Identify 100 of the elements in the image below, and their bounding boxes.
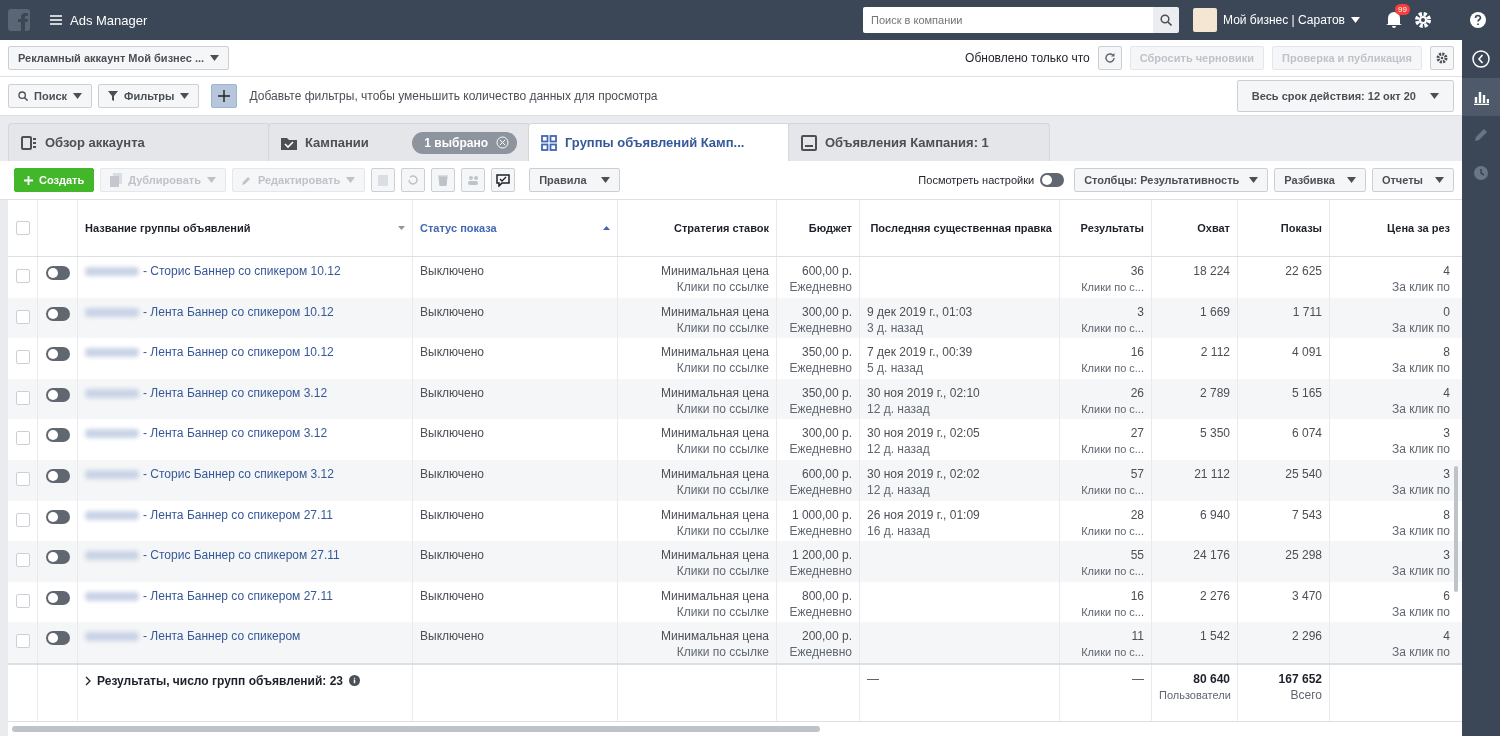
bid-strategy: Минимальная цена [659,344,769,361]
plus-icon [218,89,231,102]
results-type: Клики по с... [1080,523,1144,539]
row-checkbox[interactable] [15,309,30,324]
impressions-value: 25 540 [1285,466,1322,481]
horizontal-scrollbar[interactable] [12,726,820,732]
expand-chevron-icon[interactable] [85,676,91,686]
column-header[interactable]: Стратегия ставок [674,222,769,234]
ad-account-dropdown[interactable]: Рекламный аккаунт Мой бизнес ... [8,45,230,70]
chart-icon[interactable] [1473,89,1489,105]
tab[interactable]: Кампании 1 выбрано [268,123,530,162]
ad-set-link[interactable]: - Сторис Баннер со спикером 10.12 [143,263,341,279]
add-filter-button[interactable] [211,83,238,108]
row-checkbox[interactable] [15,390,30,405]
budget-period: Ежедневно [788,644,852,661]
column-header[interactable]: Название группы объявлений [85,222,251,234]
results-type: Клики по с... [1080,361,1144,377]
row-checkbox[interactable] [15,553,30,568]
column-header[interactable]: Бюджет [808,222,852,234]
ad-set-link[interactable]: - Сторис Баннер со спикером 27.11 [143,547,340,564]
blurred-text [85,591,139,601]
reports-dropdown[interactable]: Отчеты [1371,168,1454,193]
info-icon[interactable] [349,675,361,687]
ad-set-toggle[interactable] [45,266,70,280]
tab[interactable]: Объявления Кампания: 1 [788,123,1050,162]
ad-set-link[interactable]: - Лента Баннер со спикером 27.11 [143,506,333,523]
ad-set-toggle[interactable] [45,590,70,605]
breakdown-dropdown[interactable]: Разбивка [1274,168,1366,193]
status-text: Выключено [420,345,484,360]
ad-set-toggle[interactable] [45,347,70,362]
date-range-dropdown[interactable]: Весь срок действия: 12 окт 20 [1236,79,1454,112]
ad-set-link[interactable]: - Сторис Баннер со спикером 3.12 [143,465,334,482]
impressions-value: 2 296 [1291,629,1322,644]
vertical-scrollbar[interactable] [1454,466,1458,592]
close-icon[interactable] [496,136,509,150]
column-header[interactable]: Результаты [1080,222,1144,234]
column-header[interactable]: Цена за рез [1387,222,1450,234]
filters-dropdown[interactable]: Фильтры [98,83,200,108]
sort-ascending-icon[interactable] [603,226,610,230]
caret-icon [1346,177,1356,184]
search-button[interactable] [1153,7,1179,33]
ad-set-toggle[interactable] [45,428,70,443]
pencil-icon [241,175,252,186]
settings-button[interactable] [1430,45,1454,70]
bid-strategy-type: Клики по ссылке [675,644,769,661]
ad-set-toggle[interactable] [45,550,70,565]
search-field[interactable]: Поиск в компании [863,7,1153,33]
ad-set-link[interactable]: - Лента Баннер со спикером 10.12 [143,303,334,320]
row-checkbox[interactable] [15,471,30,486]
edit-date: 30 ноя 2019 г., 02:10 [867,384,981,401]
column-header[interactable]: Охват [1197,222,1230,234]
budget-amount: 300,00 р. [800,303,852,320]
columns-dropdown[interactable]: Столбцы: Результативность [1074,168,1269,193]
edit-date: 30 ноя 2019 г., 02:05 [867,425,981,442]
view-settings-toggle[interactable] [1040,173,1065,188]
row-checkbox[interactable] [15,512,30,527]
business-name[interactable]: Мой бизнес | Саратов [1223,13,1345,27]
row-checkbox[interactable] [15,634,30,649]
budget-period: Ежедневно [788,400,852,417]
select-all-checkbox[interactable] [15,221,30,235]
cost-type: За клик по [1390,522,1450,539]
ad-set-toggle[interactable] [45,306,70,321]
row-checkbox[interactable] [15,269,30,283]
ad-set-link[interactable]: - Лента Баннер со спикером 3.12 [143,384,328,401]
ad-set-link[interactable]: - Лента Баннер со спикером 27.11 [143,587,333,604]
collapse-icon[interactable] [1472,50,1490,68]
budget-amount: 1 200,00 р. [790,547,852,564]
comment-button[interactable] [491,168,516,193]
sort-caret-icon[interactable] [398,226,405,230]
refresh-button[interactable] [1097,45,1122,70]
bid-strategy-type: Клики по ссылке [675,441,769,458]
blurred-text [85,388,139,398]
ad-set-link[interactable]: - Лента Баннер со спикером [143,628,301,645]
tab[interactable]: Группы объявлений Камп... [528,123,790,162]
menu-icon[interactable] [50,15,62,25]
ad-set-toggle[interactable] [45,631,70,646]
settings-icon[interactable] [1414,11,1432,29]
row-checkbox[interactable] [15,593,30,608]
row-checkbox[interactable] [15,350,30,365]
budget-period: Ежедневно [788,360,852,377]
results-type: Клики по с... [1080,320,1144,336]
cost-type: За клик по [1390,644,1450,661]
column-header[interactable]: Последняя существенная правка [870,222,1052,234]
results-value: 11 [1130,628,1144,645]
ad-set-link[interactable]: - Лента Баннер со спикером 10.12 [143,344,334,361]
row-checkbox[interactable] [15,431,30,446]
tab[interactable]: Обзор аккаунта [8,123,270,162]
status-text: Выключено [420,507,484,522]
status-text: Выключено [420,466,484,481]
ad-set-toggle[interactable] [45,387,70,402]
search-dropdown[interactable]: Поиск [8,83,92,108]
ad-set-link[interactable]: - Лента Баннер со спикером 3.12 [143,425,328,442]
help-icon[interactable] [1470,12,1486,28]
bid-strategy: Минимальная цена [659,303,769,320]
reach-value: 1 542 [1199,629,1230,644]
ad-set-toggle[interactable] [45,509,70,524]
column-header[interactable]: Показы [1280,222,1322,234]
column-header[interactable]: Статус показа [420,222,497,234]
ad-set-toggle[interactable] [45,468,70,483]
rules-dropdown[interactable]: Правила [529,168,620,193]
